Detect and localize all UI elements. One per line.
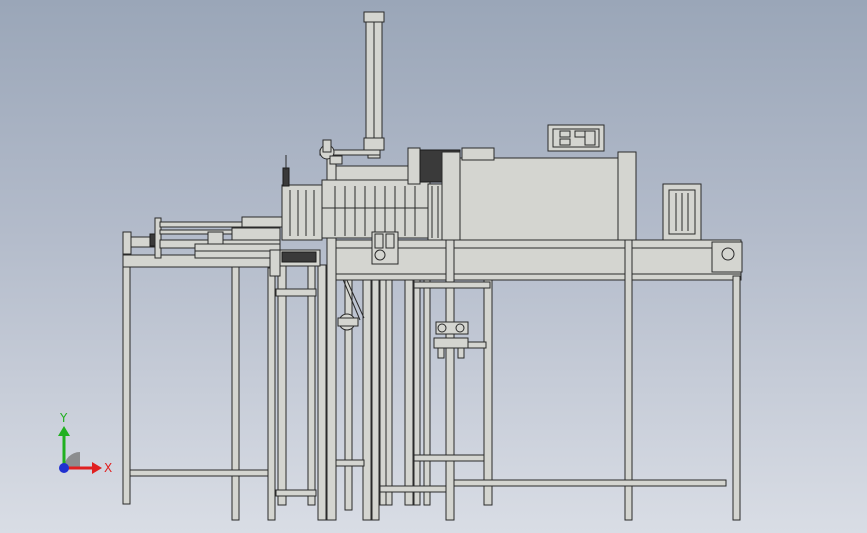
y-arrowhead-icon xyxy=(58,426,70,436)
control-panel[interactable] xyxy=(547,124,605,152)
x-arrowhead-icon xyxy=(92,462,102,474)
x-axis-label: X xyxy=(104,461,112,475)
machine-assembly-drawing[interactable] xyxy=(0,0,867,533)
origin-icon xyxy=(59,463,69,473)
left-feeder-conveyor xyxy=(122,216,285,259)
electrical-box xyxy=(662,183,702,241)
right-frame xyxy=(379,239,741,521)
pneumatic-cylinder xyxy=(319,11,385,165)
left-frame xyxy=(122,254,284,521)
coordinate-triad: Y X xyxy=(58,411,112,475)
shrink-tunnel xyxy=(407,147,637,243)
y-axis-label: Y xyxy=(59,411,68,425)
cad-viewport[interactable]: Y X xyxy=(0,0,867,533)
